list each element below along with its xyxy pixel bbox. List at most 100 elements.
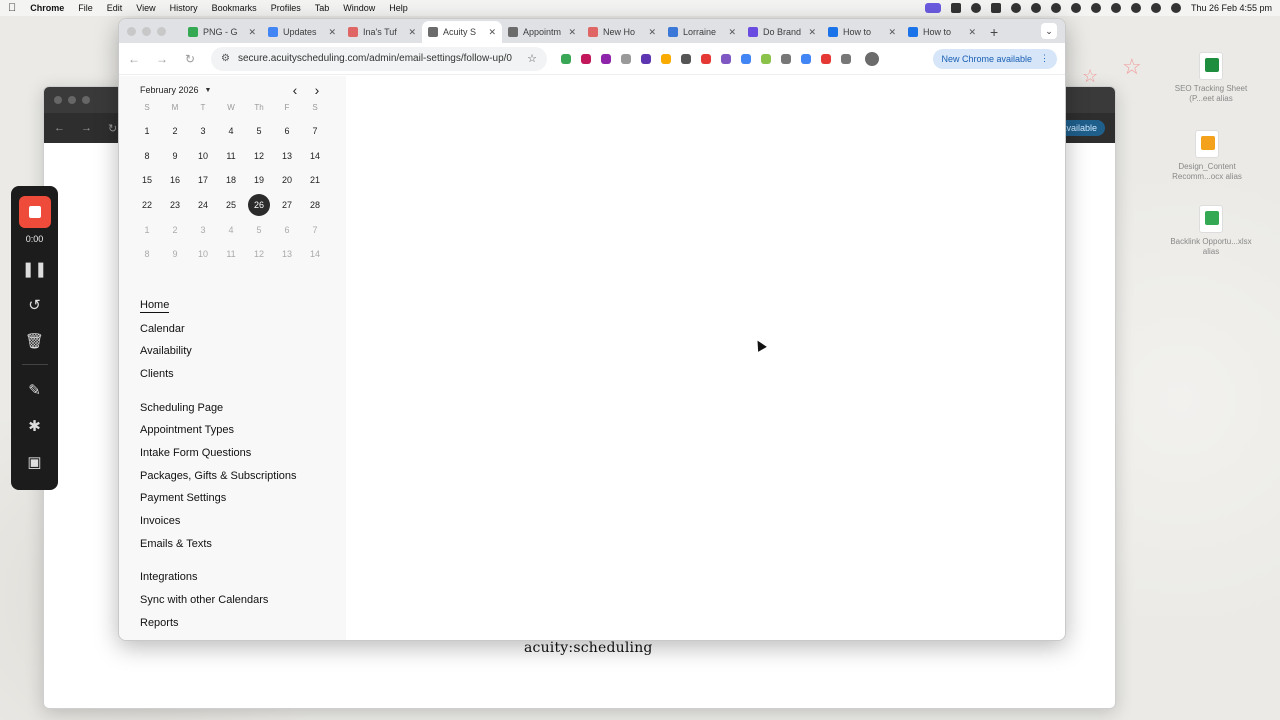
calendar-day[interactable]: 18 xyxy=(224,168,238,193)
desktop-file-seo-tracking[interactable]: SEO Tracking Sheet (P...eet alias xyxy=(1166,52,1256,104)
nav-link-availability[interactable]: Availability xyxy=(140,340,346,363)
forward-button[interactable]: → xyxy=(155,52,169,66)
calendar-day[interactable]: 6 xyxy=(280,217,294,242)
extension-icon[interactable] xyxy=(641,53,651,64)
menu-tab[interactable]: Tab xyxy=(315,3,330,13)
calendar-day[interactable]: 11 xyxy=(224,144,238,169)
extension-icon[interactable] xyxy=(561,53,571,64)
browser-tab[interactable]: Ina's Tuf ✕ xyxy=(342,21,422,43)
nav-link-invoices[interactable]: Invoices xyxy=(140,510,346,533)
nav-link-clients[interactable]: Clients xyxy=(140,363,346,386)
back-button[interactable]: ← xyxy=(127,52,141,66)
profile-avatar[interactable] xyxy=(865,51,879,66)
nav-link-payment-settings[interactable]: Payment Settings xyxy=(140,487,346,510)
app-status-icon[interactable] xyxy=(950,3,961,13)
calendar-day-selected[interactable]: 26 xyxy=(248,193,270,218)
calendar-day[interactable]: 12 xyxy=(252,144,266,169)
calendar-day[interactable]: 14 xyxy=(308,242,322,267)
menu-history[interactable]: History xyxy=(170,3,198,13)
close-tab-icon[interactable]: ✕ xyxy=(968,27,976,38)
calendar-day[interactable]: 13 xyxy=(280,242,294,267)
menu-file[interactable]: File xyxy=(78,3,93,13)
calendar-day[interactable]: 5 xyxy=(252,119,266,144)
profile-status-icon[interactable] xyxy=(1030,3,1041,13)
calendar-month-label[interactable]: February 2026 xyxy=(140,85,199,95)
bookmark-star-icon[interactable]: ☆ xyxy=(527,52,537,65)
close-tab-icon[interactable]: ✕ xyxy=(328,27,336,38)
pause-icon[interactable]: ❚❚ xyxy=(22,258,47,280)
maximize-window-button[interactable] xyxy=(157,26,166,36)
puzzle-icon[interactable] xyxy=(990,3,1001,13)
calendar-day[interactable]: 15 xyxy=(140,168,154,193)
calendar-day[interactable]: 7 xyxy=(308,119,322,144)
confetti-icon[interactable]: ✱ xyxy=(28,415,41,437)
extension-icon[interactable] xyxy=(841,53,851,64)
calendar-day[interactable]: 7 xyxy=(308,217,322,242)
menu-edit[interactable]: Edit xyxy=(107,3,123,13)
trash-icon[interactable]: 🗑 xyxy=(25,330,44,352)
month-dropdown-caret-icon[interactable]: ▼ xyxy=(205,87,212,94)
calendar-day[interactable]: 16 xyxy=(168,168,182,193)
calendar-day[interactable]: 1 xyxy=(140,217,154,242)
site-info-icon[interactable]: ⚙ xyxy=(221,53,230,64)
close-tab-icon[interactable]: ✕ xyxy=(648,27,656,38)
close-tab-icon[interactable]: ✕ xyxy=(248,27,256,38)
battery-icon[interactable] xyxy=(1090,3,1101,13)
stop-recording-button[interactable] xyxy=(18,196,51,228)
extension-icon[interactable] xyxy=(761,53,771,64)
nav-link-sync-with-other-calendars[interactable]: Sync with other Calendars xyxy=(140,589,346,612)
nav-link-emails-texts[interactable]: Emails & Texts xyxy=(140,532,346,555)
calendar-day[interactable]: 3 xyxy=(196,119,210,144)
calendar-day[interactable]: 8 xyxy=(140,242,154,267)
siri-icon[interactable] xyxy=(1170,3,1181,13)
close-tab-icon[interactable]: ✕ xyxy=(488,27,496,38)
menu-bookmarks[interactable]: Bookmarks xyxy=(212,3,257,13)
extension-icon[interactable] xyxy=(621,53,631,64)
calendar-day[interactable]: 10 xyxy=(196,242,210,267)
desktop-file-backlink[interactable]: Backlink Opportu...xlsx alias xyxy=(1166,205,1256,257)
search-icon[interactable] xyxy=(1130,3,1141,13)
calendar-day[interactable]: 9 xyxy=(168,242,182,267)
close-tab-icon[interactable]: ✕ xyxy=(888,27,896,38)
reload-icon[interactable]: ↻ xyxy=(108,122,117,135)
calendar-day[interactable]: 20 xyxy=(280,168,294,193)
calendar-day[interactable]: 28 xyxy=(308,193,322,218)
browser-tab[interactable]: Lorraine ✕ xyxy=(662,21,742,43)
browser-tab[interactable]: Acuity S ✕ xyxy=(422,21,502,43)
extension-icon[interactable] xyxy=(741,53,751,64)
browser-tab[interactable]: Do Brand ✕ xyxy=(742,21,822,43)
cloud-icon[interactable] xyxy=(970,3,981,13)
menu-app-name[interactable]: Chrome xyxy=(30,3,64,13)
calendar-day[interactable]: 22 xyxy=(140,193,154,218)
calendar-day[interactable]: 12 xyxy=(252,242,266,267)
nav-link-integrations[interactable]: Integrations xyxy=(140,566,346,589)
extension-icon[interactable] xyxy=(821,53,831,64)
calendar-day[interactable]: 1 xyxy=(140,119,154,144)
calendar-day[interactable]: 21 xyxy=(308,168,322,193)
url-text[interactable]: secure.acuityscheduling.com/admin/email-… xyxy=(238,53,519,64)
next-month-button[interactable]: › xyxy=(310,82,324,98)
calendar-day[interactable]: 23 xyxy=(168,193,182,218)
browser-tab[interactable]: Updates ✕ xyxy=(262,21,342,43)
minimize-window-button[interactable] xyxy=(142,26,151,36)
calendar-day[interactable]: 11 xyxy=(224,242,238,267)
nav-link-packages-gifts-subscriptions[interactable]: Packages, Gifts & Subscriptions xyxy=(140,464,346,487)
close-tab-icon[interactable]: ✕ xyxy=(408,27,416,38)
browser-tab[interactable]: How to ✕ xyxy=(902,21,982,43)
calendar-day[interactable]: 24 xyxy=(196,193,210,218)
extension-icon[interactable] xyxy=(681,53,691,64)
extension-icon[interactable] xyxy=(701,53,711,64)
menu-view[interactable]: View xyxy=(136,3,155,13)
calendar-day[interactable]: 2 xyxy=(168,217,182,242)
calendar-day[interactable]: 13 xyxy=(280,144,294,169)
calendar-day[interactable]: 27 xyxy=(280,193,294,218)
nav-link-scheduling-page[interactable]: Scheduling Page xyxy=(140,396,346,419)
calendar-day[interactable]: 4 xyxy=(224,217,238,242)
close-tab-icon[interactable]: ✕ xyxy=(808,27,816,38)
extension-icon[interactable] xyxy=(661,53,671,64)
calendar-day[interactable]: 2 xyxy=(168,119,182,144)
nav-link-intake-form-questions[interactable]: Intake Form Questions xyxy=(140,442,346,465)
nav-link-calendar[interactable]: Calendar xyxy=(140,317,346,340)
control-center-icon[interactable] xyxy=(1150,3,1161,13)
address-bar[interactable]: ⚙ secure.acuityscheduling.com/admin/emai… xyxy=(211,46,547,71)
